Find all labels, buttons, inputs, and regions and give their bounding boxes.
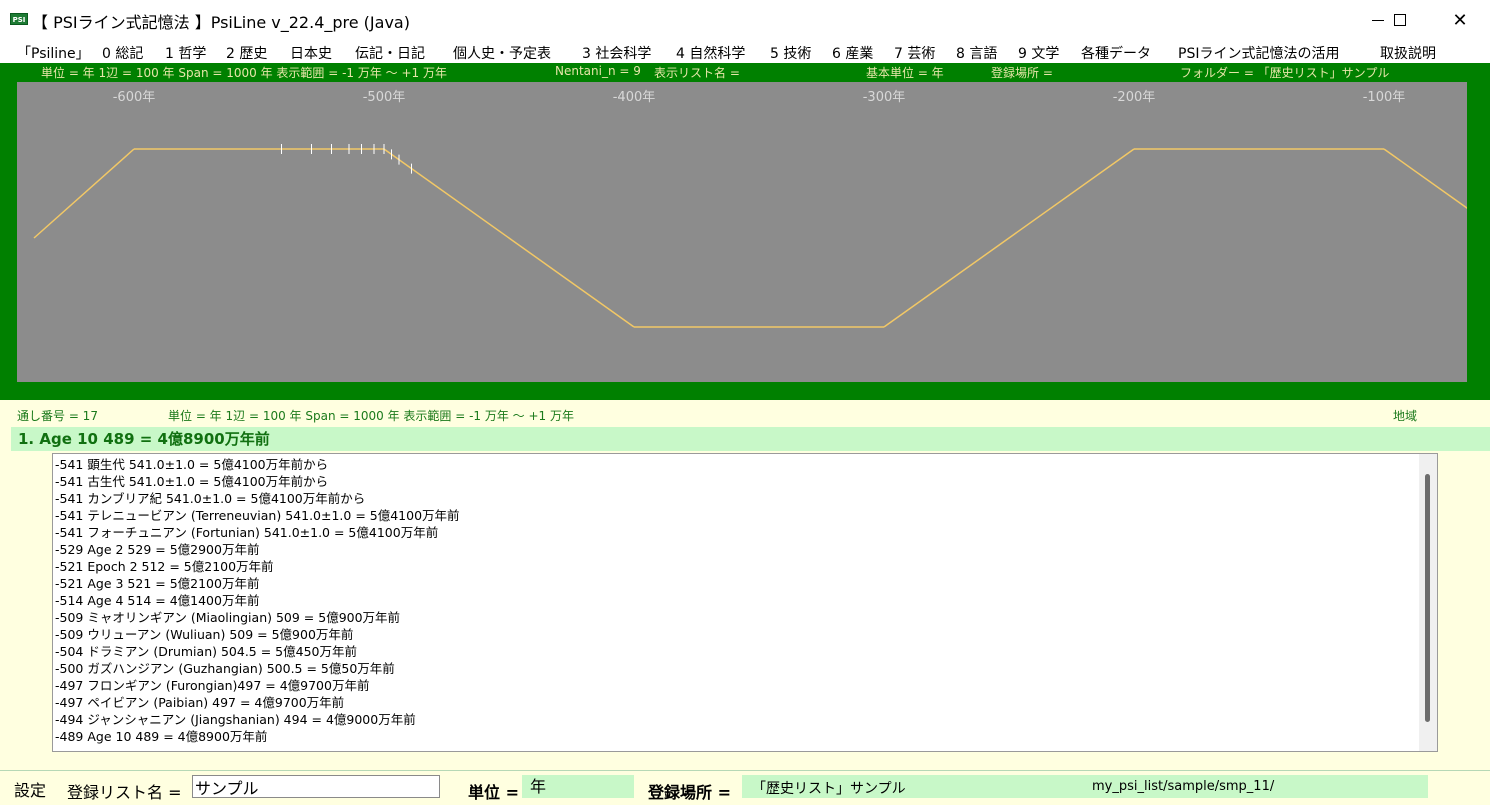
maximize-button[interactable]: [1377, 0, 1423, 40]
menu-natural-science[interactable]: 4 自然科学: [676, 43, 745, 63]
list-item[interactable]: -541 テレニュービアン (Terreneuvian) 541.0±1.0 =…: [55, 507, 460, 524]
list-name-label: 登録リスト名 =: [67, 783, 182, 802]
status-bar: 設定 登録リスト名 = 単位 = 年 登録場所 = 「歴史リスト」サンプル my…: [0, 770, 1490, 805]
event-list-content: -541 顕生代 541.0±1.0 = 5億4100万年前から -541 古生代…: [55, 456, 460, 745]
timeline-panel: 単位 = 年 1辺 = 100 年 Span = 1000 年 表示範囲 = -…: [0, 63, 1490, 400]
psi-line-segment: [33, 148, 135, 239]
axis-tick-label: -600年: [113, 90, 156, 105]
selected-item-header: 1. Age 10 489 = 4億8900万年前: [11, 427, 1490, 451]
location-info: 登録場所 =: [991, 66, 1053, 80]
list-item[interactable]: -529 Age 2 529 = 5億2900万年前: [55, 541, 460, 558]
list-info-bar: 通し番号 = 17 単位 = 年 1辺 = 100 年 Span = 1000 …: [0, 404, 1490, 423]
window-title: 【 PSIライン式記憶法 】PsiLine v_22.4_pre (Java): [32, 13, 410, 32]
menu-various-data[interactable]: 各種データ: [1081, 43, 1151, 63]
menu-language[interactable]: 8 言語: [956, 43, 997, 63]
scale-info: 単位 = 年 1辺 = 100 年 Span = 1000 年 表示範囲 = -…: [41, 66, 447, 80]
title-bar: PSI 【 PSIライン式記憶法 】PsiLine v_22.4_pre (Ja…: [0, 0, 1490, 40]
menu-psiline[interactable]: 「Psiline」: [17, 43, 90, 63]
menu-social-science[interactable]: 3 社会科学: [582, 43, 651, 63]
base-unit-info: 基本単位 = 年: [866, 66, 944, 80]
menu-bar: 「Psiline」 0 総記 1 哲学 2 歴史 日本史 伝記・日記 個人史・予…: [0, 40, 1490, 63]
scrollbar[interactable]: [1419, 454, 1437, 751]
psi-line-segment: [1383, 148, 1467, 210]
axis-tick-label: -400年: [613, 90, 656, 105]
psi-line-segment: [383, 148, 635, 328]
menu-japanese-history[interactable]: 日本史: [290, 43, 332, 63]
list-item[interactable]: -509 ウリューアン (Wuliuan) 509 = 5億900万年前: [55, 626, 460, 643]
location-name: 「歴史リスト」サンプル: [752, 781, 906, 797]
menu-general[interactable]: 0 総記: [102, 43, 143, 63]
list-item[interactable]: -521 Age 3 521 = 5億2100万年前: [55, 575, 460, 592]
list-item[interactable]: -504 ドラミアン (Drumian) 504.5 = 5億450万年前: [55, 643, 460, 660]
list-item[interactable]: -541 顕生代 541.0±1.0 = 5億4100万年前から: [55, 456, 460, 473]
menu-industry[interactable]: 6 産業: [832, 43, 873, 63]
list-item[interactable]: -497 フロンギアン (Furongian)497 = 4億9700万年前: [55, 677, 460, 694]
event-list[interactable]: -541 顕生代 541.0±1.0 = 5億4100万年前から -541 古生代…: [52, 453, 1438, 752]
menu-manual[interactable]: 取扱説明: [1380, 43, 1436, 63]
location-path: my_psi_list/sample/smp_11/: [1092, 779, 1275, 794]
list-item[interactable]: -500 ガズハンジアン (Guzhangian) 500.5 = 5億50万年…: [55, 660, 460, 677]
list-scale-info: 単位 = 年 1辺 = 100 年 Span = 1000 年 表示範囲 = -…: [168, 409, 574, 423]
list-item[interactable]: -541 カンブリア紀 541.0±1.0 = 5億4100万年前から: [55, 490, 460, 507]
chart-canvas: -600年-500年-400年-300年-200年-100年0紀元: [33, 90, 1467, 328]
app-icon: PSI: [10, 13, 28, 25]
menu-arts[interactable]: 7 芸術: [894, 43, 935, 63]
location-field: 「歴史リスト」サンプル my_psi_list/sample/smp_11/: [742, 775, 1428, 798]
list-item[interactable]: -497 ペイビアン (Paibian) 497 = 4億9700万年前: [55, 694, 460, 711]
list-item[interactable]: -514 Age 4 514 = 4億1400万年前: [55, 592, 460, 609]
list-item[interactable]: -521 Epoch 2 512 = 5億2100万年前: [55, 558, 460, 575]
menu-usage[interactable]: PSIライン式記憶法の活用: [1178, 43, 1339, 63]
axis-tick-label: -500年: [363, 90, 406, 105]
menu-history[interactable]: 2 歴史: [226, 43, 267, 63]
list-item[interactable]: -494 ジャンシャニアン (Jiangshanian) 494 = 4億900…: [55, 711, 460, 728]
list-item[interactable]: -509 ミャオリンギアン (Miaolingian) 509 = 5億900万…: [55, 609, 460, 626]
axis-tick-label: -200年: [1113, 90, 1156, 105]
axis-tick-label: -300年: [863, 90, 906, 105]
menu-literature[interactable]: 9 文学: [1018, 43, 1059, 63]
unit-value: 年: [522, 775, 634, 798]
scrollbar-thumb[interactable]: [1425, 474, 1430, 722]
list-item[interactable]: -489 Age 10 489 = 4億8900万年前: [55, 728, 460, 745]
psi-line-chart[interactable]: -600年-500年-400年-300年-200年-100年0紀元: [17, 82, 1467, 382]
menu-biography[interactable]: 伝記・日記: [355, 43, 425, 63]
location-label: 登録場所 =: [648, 783, 731, 802]
nentani-info: Nentani_n = 9: [555, 64, 641, 78]
list-name-info: 表示リスト名 =: [654, 66, 740, 80]
unit-label: 単位 =: [468, 783, 519, 802]
list-panel: 通し番号 = 17 単位 = 年 1辺 = 100 年 Span = 1000 …: [0, 400, 1490, 805]
list-item[interactable]: -541 古生代 541.0±1.0 = 5億4100万年前から: [55, 473, 460, 490]
axis-tick-label: -100年: [1363, 90, 1406, 105]
list-item[interactable]: -541 フォーチュニアン (Fortunian) 541.0±1.0 = 5億…: [55, 524, 460, 541]
list-name-input[interactable]: [192, 775, 440, 798]
serial-number: 通し番号 = 17: [17, 409, 98, 423]
menu-technology[interactable]: 5 技術: [770, 43, 811, 63]
close-button[interactable]: ✕: [1437, 0, 1483, 40]
close-icon: ✕: [1452, 9, 1468, 31]
menu-philosophy[interactable]: 1 哲学: [165, 43, 206, 63]
settings-button[interactable]: 設定: [14, 777, 46, 801]
menu-personal-history[interactable]: 個人史・予定表: [453, 43, 551, 63]
maximize-icon: [1394, 14, 1406, 26]
timeline-info-bar: 単位 = 年 1辺 = 100 年 Span = 1000 年 表示範囲 = -…: [0, 63, 1490, 80]
region-label: 地域: [1393, 409, 1418, 423]
psi-line-segment: [883, 148, 1135, 328]
folder-info: フォルダー = 「歴史リスト」サンプル: [1180, 66, 1390, 80]
